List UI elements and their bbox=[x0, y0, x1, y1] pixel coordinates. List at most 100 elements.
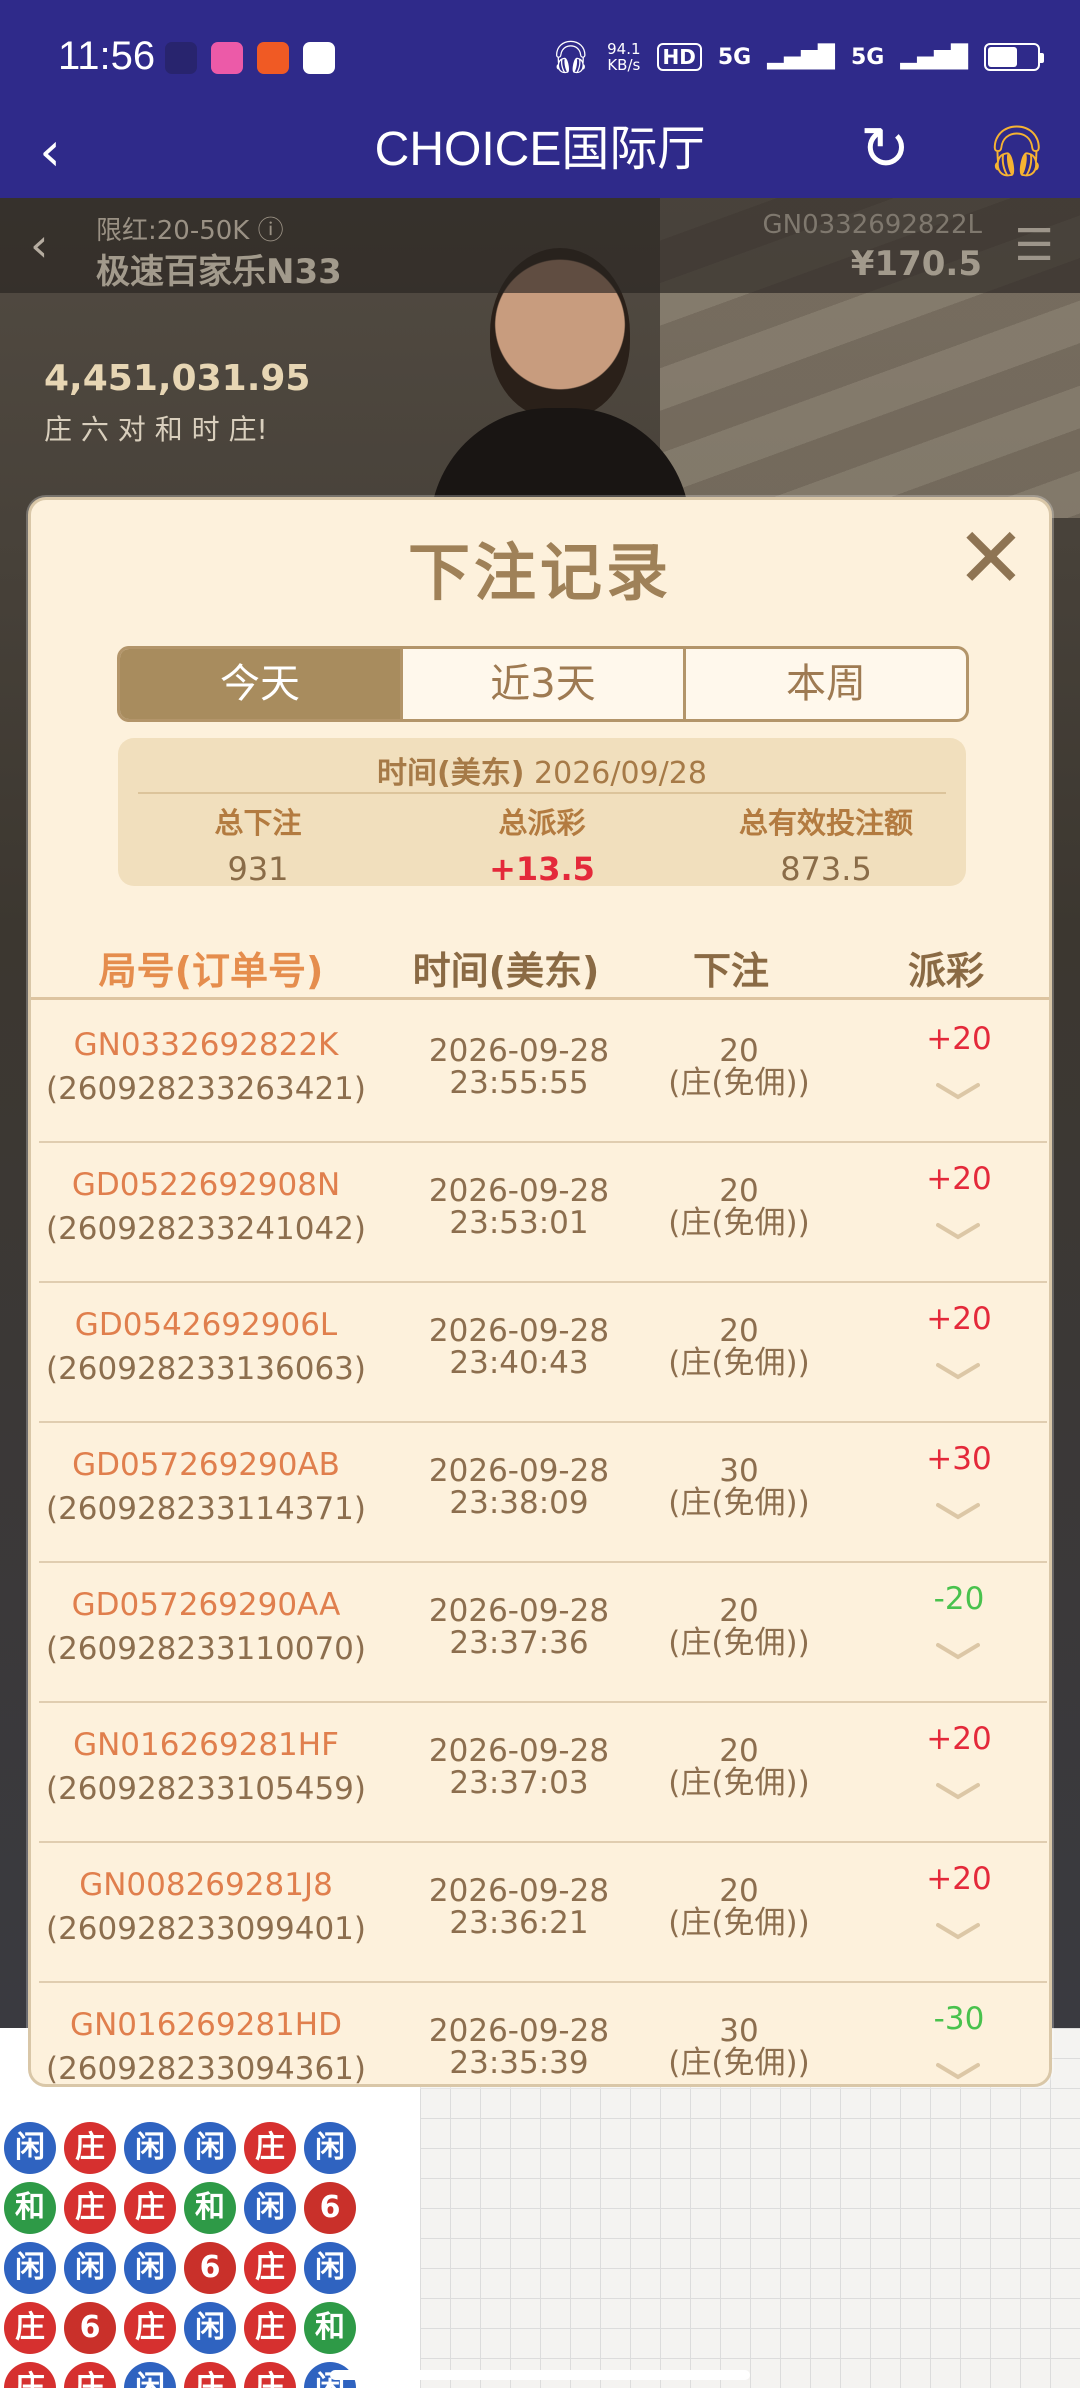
round-cell: GN008269281J8 (260928233099401) bbox=[39, 1867, 373, 1947]
round-number[interactable]: GN016269281HF bbox=[39, 1727, 373, 1763]
round-number[interactable]: GD0542692906L bbox=[39, 1307, 373, 1343]
round-number[interactable]: GD057269290AB bbox=[39, 1447, 373, 1483]
bet-amount: 20 bbox=[719, 1313, 759, 1349]
bet-type: (庄(免佣)) bbox=[668, 1205, 810, 1241]
round-cell: GD057269290AA (260928233110070) bbox=[39, 1587, 373, 1667]
chevron-down-icon[interactable] bbox=[936, 2061, 980, 2083]
net-speed-unit: KB/s bbox=[607, 56, 641, 74]
total-payout: 总派彩 +13.5 bbox=[402, 800, 682, 888]
round-cell: GN016269281HF (260928233105459) bbox=[39, 1727, 373, 1807]
round-cell: GD057269290AB (260928233114371) bbox=[39, 1447, 373, 1527]
record-row[interactable]: GD0522692908N (260928233241042) 2026-09-28… bbox=[39, 1143, 1047, 1283]
payout-value: +20 bbox=[926, 1021, 992, 1057]
round-cell: GN016269281HD (260928233094361) bbox=[39, 2007, 373, 2084]
table-info-bar: ‹ 限红:20-50K ⓘ 极速百家乐N33 GN0332692822L ¥17… bbox=[0, 198, 1080, 293]
record-date: 2026-09-28 bbox=[428, 1733, 610, 1769]
road-bead: 庄 bbox=[4, 2362, 56, 2388]
bet-amount: 20 bbox=[719, 1873, 759, 1909]
tab-last-3-days[interactable]: 近3天 bbox=[403, 649, 686, 719]
road-bead: 闲 bbox=[304, 2242, 356, 2294]
record-row[interactable]: GN016269281HD (260928233094361) 2026-09-28… bbox=[39, 1983, 1047, 2084]
net-speed: 94.1 KB/s bbox=[607, 41, 640, 73]
payout-value: -30 bbox=[933, 2001, 985, 2037]
record-row[interactable]: GD0542692906L (260928233136063) 2026-09-28… bbox=[39, 1283, 1047, 1423]
road-bead: 庄 bbox=[244, 2122, 296, 2174]
order-number: (260928233241042) bbox=[45, 1211, 367, 1247]
bet-cell: 20 (庄(免佣)) bbox=[619, 1315, 859, 1379]
total-effective-label: 总有效投注额 bbox=[738, 806, 913, 840]
record-time: 23:37:03 bbox=[449, 1765, 589, 1801]
order-number: (260928233099401) bbox=[45, 1911, 367, 1947]
app-notification-icon bbox=[211, 42, 243, 74]
chevron-down-icon[interactable] bbox=[936, 1641, 980, 1663]
bet-limit: 限红:20-50K ⓘ bbox=[96, 216, 284, 246]
round-number[interactable]: GN008269281J8 bbox=[39, 1867, 373, 1903]
road-bead: 和 bbox=[304, 2302, 356, 2354]
round-number[interactable]: GN0332692822K bbox=[39, 1027, 373, 1063]
table-name: 极速百家乐N33 bbox=[96, 252, 342, 292]
total-bet: 总下注 931 bbox=[118, 800, 398, 888]
bet-type: (庄(免佣)) bbox=[668, 1485, 810, 1521]
record-date: 2026-09-28 bbox=[428, 1593, 610, 1629]
record-time: 23:36:21 bbox=[449, 1905, 589, 1941]
refresh-icon[interactable]: ↻ bbox=[850, 114, 920, 184]
chevron-down-icon[interactable] bbox=[936, 1361, 980, 1383]
home-indicator[interactable] bbox=[330, 2370, 750, 2380]
record-row[interactable]: GD057269290AB (260928233114371) 2026-09-28… bbox=[39, 1423, 1047, 1563]
summary-divider bbox=[138, 792, 946, 794]
tab-today[interactable]: 今天 bbox=[120, 649, 403, 719]
order-number: (260928233263421) bbox=[45, 1071, 367, 1107]
round-number[interactable]: GD057269290AA bbox=[39, 1587, 373, 1623]
record-row[interactable]: GN016269281HF (260928233105459) 2026-09-28… bbox=[39, 1703, 1047, 1843]
road-bead: 闲 bbox=[184, 2122, 236, 2174]
menu-icon[interactable]: ☰ bbox=[1015, 220, 1054, 271]
total-payout-value: +13.5 bbox=[489, 850, 595, 888]
round-number[interactable]: GN016269281HD bbox=[39, 2007, 373, 2043]
time-cell: 2026-09-28 23:37:36 bbox=[389, 1595, 649, 1659]
chevron-down-icon[interactable] bbox=[936, 1221, 980, 1243]
road-bead: 6 bbox=[184, 2242, 236, 2294]
app-header: ‹ CHOICE国际厅 ↻ 🎧︎ bbox=[0, 110, 1080, 198]
net-speed-value: 94.1 bbox=[607, 40, 641, 58]
bet-cell: 20 (庄(免佣)) bbox=[619, 1035, 859, 1099]
time-cell: 2026-09-28 23:53:01 bbox=[389, 1175, 649, 1239]
bet-amount: 20 bbox=[719, 1733, 759, 1769]
chevron-down-icon[interactable] bbox=[936, 1081, 980, 1103]
summary-panel: 时间(美东) 2026/09/28 总下注 931 总派彩 +13.5 总有效投… bbox=[118, 738, 966, 888]
chevron-down-icon[interactable] bbox=[936, 1921, 980, 1943]
table-header: 局号(订单号) 时间(美东) 下注 派彩 bbox=[31, 920, 1049, 1000]
status-app-icons bbox=[165, 42, 335, 74]
payout-value: +20 bbox=[926, 1161, 992, 1197]
bet-amount: 20 bbox=[719, 1593, 759, 1629]
signal-5g-1: 5G bbox=[717, 44, 752, 70]
bet-amount: 30 bbox=[719, 1453, 759, 1489]
time-cell: 2026-09-28 23:38:09 bbox=[389, 1455, 649, 1519]
status-bar: 11:56 🎧︎ 94.1 KB/s HD 5G ▂▄▆█ 5G ▂▄▆█ bbox=[0, 0, 1080, 110]
bet-cell: 20 (庄(免佣)) bbox=[619, 1175, 859, 1239]
close-icon[interactable]: ✕ bbox=[951, 516, 1031, 600]
summary-date: 2026/09/28 bbox=[534, 756, 707, 791]
bet-record-dialog: 下注记录 ✕ 今天 近3天 本周 时间(美东) 2026/09/28 总下注 9… bbox=[28, 497, 1052, 2087]
round-number[interactable]: GD0522692908N bbox=[39, 1167, 373, 1203]
status-time: 11:56 bbox=[58, 34, 156, 78]
column-round: 局号(订单号) bbox=[98, 949, 324, 993]
record-row[interactable]: GN008269281J8 (260928233099401) 2026-09-28… bbox=[39, 1843, 1047, 1983]
road-bead: 和 bbox=[184, 2182, 236, 2234]
total-payout-label: 总派彩 bbox=[498, 806, 586, 840]
record-row[interactable]: GD057269290AA (260928233110070) 2026-09-28… bbox=[39, 1563, 1047, 1703]
bet-amount: 20 bbox=[719, 1173, 759, 1209]
balance: ¥170.5 bbox=[850, 244, 982, 284]
customer-service-icon[interactable]: 🎧︎ bbox=[982, 116, 1052, 186]
road-bead: 庄 bbox=[64, 2362, 116, 2388]
payout-value: +20 bbox=[926, 1861, 992, 1897]
order-number: (260928233114371) bbox=[45, 1491, 367, 1527]
tab-this-week[interactable]: 本周 bbox=[686, 649, 966, 719]
record-row[interactable]: GN0332692822K (260928233263421) 2026-09-28… bbox=[39, 1003, 1047, 1143]
bet-cell: 20 (庄(免佣)) bbox=[619, 1735, 859, 1799]
table-back-icon[interactable]: ‹ bbox=[30, 218, 48, 272]
chevron-down-icon[interactable] bbox=[936, 1501, 980, 1523]
road-bead: 庄 bbox=[244, 2242, 296, 2294]
round-cell: GD0522692908N (260928233241042) bbox=[39, 1167, 373, 1247]
payout-value: +30 bbox=[926, 1441, 992, 1477]
chevron-down-icon[interactable] bbox=[936, 1781, 980, 1803]
